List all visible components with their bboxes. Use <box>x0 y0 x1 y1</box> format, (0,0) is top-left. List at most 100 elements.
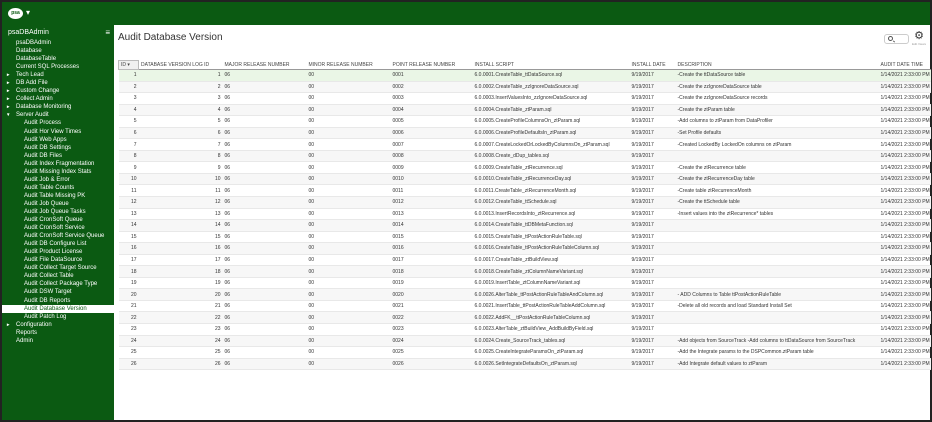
sidebar-item-audit-job-queue-tasks[interactable]: Audit Job Queue Tasks <box>2 208 114 216</box>
sidebar-item-audit-web-apps[interactable]: Audit Web Apps <box>2 136 114 144</box>
table-cell: 9/19/2017 <box>629 300 676 313</box>
sidebar-item-database-monitoring[interactable]: ► Database Monitoring <box>2 103 114 111</box>
table-row[interactable]: 20 20 06 00 0020 6.0.0026.AlterTable_ttPostAc… <box>118 288 931 301</box>
sidebar-item-collect-admin[interactable]: ► Collect Admin <box>2 95 114 103</box>
table-cell: 6.0.0026.AlterTable_ttPostActionRuleTabl… <box>472 288 630 301</box>
table-cell: 9/19/2017 <box>629 69 676 82</box>
table-row[interactable]: 26 26 06 00 0026 6.0.0026.SetIntegrateDefault… <box>118 358 931 371</box>
table-row[interactable]: 5 5 06 00 0005 6.0.0005.CreateProfileColumnsO… <box>118 115 931 128</box>
sidebar-item-audit-collect-table[interactable]: Audit Collect Table <box>2 272 114 280</box>
sidebar-item-audit-process[interactable]: Audit Process <box>2 119 114 127</box>
sidebar-item-label: Audit CronSoft Service Queue <box>24 233 105 240</box>
app-logo[interactable]: psa <box>8 8 23 19</box>
table-cell: 18 <box>118 265 139 278</box>
table-row[interactable]: 23 23 06 00 0023 6.0.0023.AlterTable_ztBuildV… <box>118 323 931 336</box>
sidebar-item-db-add-file[interactable]: ► DB Add File <box>2 79 114 87</box>
column-header[interactable]: DATABASE VERSION LOG ID <box>138 60 223 70</box>
sidebar-item-audit-product-license[interactable]: Audit Product License <box>2 248 114 256</box>
table-row[interactable]: 14 14 06 00 0014 6.0.0014.CreateTable_ttDBMet… <box>118 219 931 232</box>
sidebar-item-audit-db-files[interactable]: Audit DB Files <box>2 152 114 160</box>
column-header[interactable]: INSTALL SCRIPT <box>472 60 630 70</box>
sidebar-item-psadbadmin[interactable]: psaDBAdmin <box>2 39 114 47</box>
table-row[interactable]: 8 8 06 00 0008 6.0.0008.Create_dDup_tables.sq… <box>118 150 931 163</box>
table-cell: 6.0.0019.InsertTable_ztColumnNameVariant… <box>472 277 630 290</box>
table-row[interactable]: 10 10 06 00 0010 6.0.0010.CreateTable_ztRecur… <box>118 173 931 186</box>
sidebar-item-database[interactable]: Database <box>2 47 114 55</box>
table-cell: 6 <box>138 127 223 140</box>
table-row[interactable]: 17 17 06 00 0017 6.0.0017.CreateTable_ztBuild… <box>118 254 931 267</box>
sidebar-item-audit-cronsoft-service[interactable]: Audit CronSoft Service <box>2 224 114 232</box>
table-cell: -Create the ttDataSource table <box>675 69 879 82</box>
table-cell: 1/14/2021 2:33:00 PM <box>878 104 931 117</box>
column-header[interactable]: AUDIT DATE TIME <box>878 60 931 70</box>
table-cell <box>675 265 879 278</box>
settings-button[interactable]: ⚙ Edit Views <box>912 31 926 47</box>
table-row[interactable]: 19 19 06 00 0019 6.0.0019.InsertTable_ztColum… <box>118 277 931 290</box>
table-cell: 00 <box>306 92 391 105</box>
table-row[interactable]: 12 12 06 00 0012 6.0.0012.CreateTable_ttSched… <box>118 196 931 209</box>
sidebar-item-admin[interactable]: Admin <box>2 337 114 345</box>
table-row[interactable]: 1 1 06 00 0001 6.0.0001.CreateTable_ttDataSou… <box>118 69 931 82</box>
sidebar-item-reports[interactable]: Reports <box>2 329 114 337</box>
table-cell: 6.0.0005.CreateProfileColumnsOn_ztParam.… <box>472 115 630 128</box>
sidebar-item-audit-hor-view-times[interactable]: Audit Hor View Times <box>2 128 114 136</box>
hamburger-menu-icon[interactable]: ≡ <box>105 28 110 37</box>
table-row[interactable]: 21 21 06 00 0021 6.0.0021.InsertTable_ttPostA… <box>118 300 931 313</box>
table-row[interactable]: 4 4 06 00 0004 6.0.0004.CreateTable_ztParam.s… <box>118 104 931 117</box>
sidebar-item-audit-table-counts[interactable]: Audit Table Counts <box>2 184 114 192</box>
table-cell: 00 <box>306 69 391 82</box>
table-cell: 25 <box>138 346 223 359</box>
table-cell: 0007 <box>390 138 473 151</box>
table-row[interactable]: 18 18 06 00 0018 6.0.0018.CreateTable_ztColum… <box>118 265 931 278</box>
column-header[interactable]: MAJOR RELEASE NUMBER <box>222 60 307 70</box>
column-header[interactable]: DESCRIPTION <box>675 60 879 70</box>
table-cell: 9/19/2017 <box>629 138 676 151</box>
sidebar-item-audit-job-queue[interactable]: Audit Job Queue <box>2 200 114 208</box>
sidebar-item-audit-collect-target-source[interactable]: Audit Collect Target Source <box>2 264 114 272</box>
table-row[interactable]: 11 11 06 00 0011 6.0.0011.CreateTable_ztRecur… <box>118 184 931 197</box>
table-cell: 06 <box>222 173 307 186</box>
sidebar-item-audit-database-version[interactable]: Audit Database Version <box>2 304 114 313</box>
sidebar-item-current-sql-processes[interactable]: Current SQL Processes <box>2 63 114 71</box>
sidebar-item-audit-db-reports[interactable]: Audit DB Reports <box>2 297 114 305</box>
sidebar-item-audit-job-error[interactable]: Audit Job & Error <box>2 176 114 184</box>
table-row[interactable]: 16 16 06 00 0016 6.0.0016.CreateTable_ttPostA… <box>118 242 931 255</box>
table-row[interactable]: 9 9 06 00 0009 6.0.0009.CreateTable_ztRecurre… <box>118 161 931 174</box>
table-cell: 8 <box>118 150 139 163</box>
table-row[interactable]: 7 7 06 00 0007 6.0.0007.CreateLockedOrLockedB… <box>118 138 931 151</box>
sidebar-item-audit-table-missing-pk[interactable]: Audit Table Missing PK <box>2 192 114 200</box>
table-cell: 8 <box>138 150 223 163</box>
sidebar-item-audit-file-datasource[interactable]: Audit File DataSource <box>2 256 114 264</box>
column-header[interactable]: MINOR RELEASE NUMBER <box>306 60 391 70</box>
sidebar-item-databasetable[interactable]: DatabaseTable <box>2 55 114 63</box>
table-row[interactable]: 25 25 06 00 0025 6.0.0025.CreateIntegratePara… <box>118 346 931 359</box>
sidebar-item-server-audit[interactable]: ▼ Server Audit <box>2 111 114 119</box>
sidebar-item-configuration[interactable]: ► Configuration <box>2 321 114 329</box>
sidebar-item-audit-dsw-target[interactable]: Audit DSW Target <box>2 288 114 296</box>
column-header[interactable]: ID ▾ <box>118 60 139 70</box>
table-row[interactable]: 24 24 06 00 0024 6.0.0024.Create_SourceTrack_… <box>118 335 931 348</box>
sidebar-item-audit-cronsoft-service-queue[interactable]: Audit CronSoft Service Queue <box>2 232 114 240</box>
table-row[interactable]: 15 15 06 00 0015 6.0.0015.CreateTable_ttPostA… <box>118 231 931 244</box>
sidebar-item-audit-db-settings[interactable]: Audit DB Settings <box>2 144 114 152</box>
table-row[interactable]: 22 22 06 00 0022 6.0.0022.AddFK__ttPostAction… <box>118 311 931 325</box>
table-cell: 6.0.0008.Create_dDup_tables.sql <box>472 150 630 163</box>
table-row[interactable]: 13 13 06 00 0013 6.0.0013.InsertRecordsInto_z… <box>118 208 931 221</box>
table-row[interactable]: 2 2 06 00 0002 6.0.0002.CreateTable_zzIgnoreD… <box>118 81 931 94</box>
chevron-down-icon[interactable]: ▾ <box>26 8 30 18</box>
table-row[interactable]: 3 3 06 00 0003 6.0.0003.InsertValuesInto_zzIg… <box>118 92 931 105</box>
column-header[interactable]: POINT RELEASE NUMBER <box>390 60 473 70</box>
table-cell: 11 <box>138 184 223 197</box>
table-cell: 00 <box>306 208 391 221</box>
table-row[interactable]: 6 6 06 00 0006 6.0.0006.CreateProfileDefaults… <box>118 127 931 140</box>
table-cell: 9/19/2017 <box>629 127 676 140</box>
sidebar-item-audit-collect-package-type[interactable]: Audit Collect Package Type <box>2 280 114 288</box>
sidebar-item-audit-index-fragmentation[interactable]: Audit Index Fragmentation <box>2 160 114 168</box>
column-header[interactable]: INSTALL DATE <box>629 60 676 70</box>
sidebar-item-audit-missing-index-stats[interactable]: Audit Missing Index Stats <box>2 168 114 176</box>
sidebar-item-audit-db-configure-list[interactable]: Audit DB Configure List <box>2 240 114 248</box>
sidebar-item-audit-patch-log[interactable]: Audit Patch Log <box>2 313 114 321</box>
sidebar-item-tech-lead[interactable]: ► Tech Lead <box>2 71 114 79</box>
sidebar-item-custom-change[interactable]: ► Custom Change <box>2 87 114 95</box>
sidebar-item-audit-cronsoft-queue[interactable]: Audit CronSoft Queue <box>2 216 114 224</box>
